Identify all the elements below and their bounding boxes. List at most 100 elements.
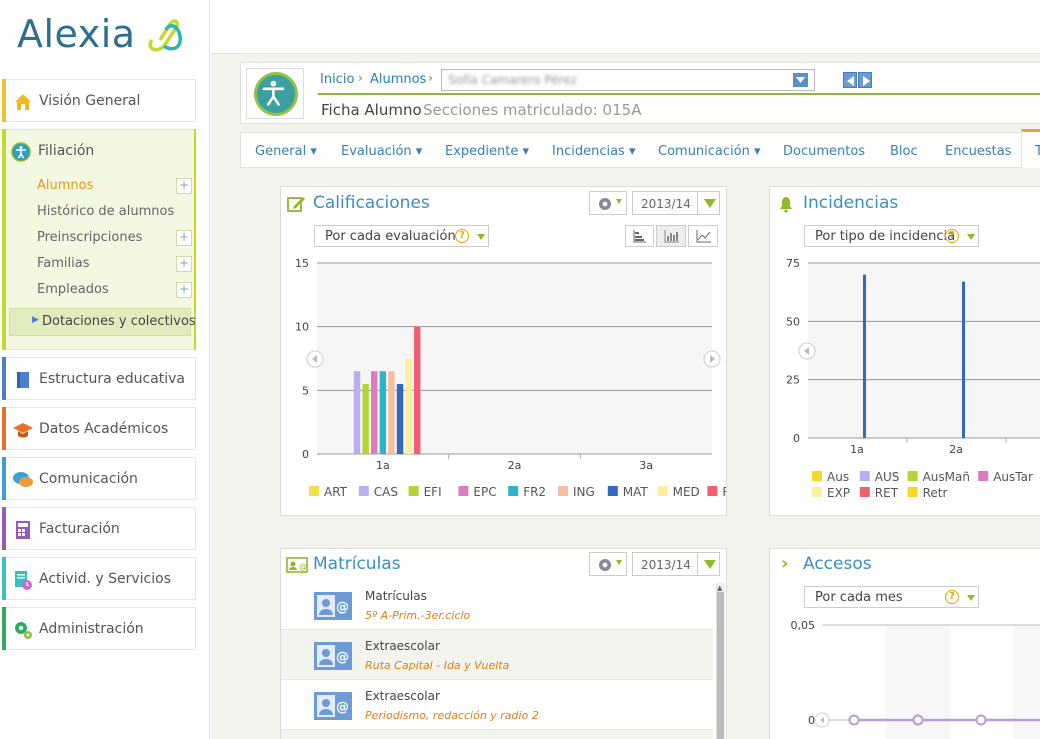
gear-icon <box>599 559 611 571</box>
edit-icon <box>287 197 305 212</box>
sidebar-item-administracion[interactable]: Administración <box>2 607 196 650</box>
list-item[interactable]: @ Matrículas 5º A-Prim.-3er.ciclo <box>281 580 713 630</box>
matriculas-title: Matrículas <box>313 554 401 574</box>
sidebar-item-label: Comunicación <box>39 471 138 487</box>
sidebar-item-label: Activid. y Servicios <box>39 571 171 587</box>
y-tick-label: 0,05 <box>791 619 816 632</box>
top-bar <box>211 0 1040 54</box>
sidebar-sub-historico[interactable]: Histórico de alumnos <box>37 204 174 219</box>
caret-down-icon <box>616 560 622 565</box>
svg-text:@: @ <box>336 650 349 665</box>
sidebar-item-datos-academicos[interactable]: Datos Académicos <box>2 407 196 450</box>
y-tick-label: 15 <box>295 257 309 270</box>
graduation-cap-icon <box>13 423 33 438</box>
help-icon[interactable]: ? <box>945 590 959 604</box>
calificaciones-filter-select[interactable]: Por cada evaluación ? <box>314 225 489 247</box>
tab-incidencias[interactable]: Incidencias ▾ <box>552 144 636 159</box>
legend-label: EXP <box>827 486 850 500</box>
year-select[interactable]: 2013/14 <box>632 552 720 576</box>
sidebar-item-label: Administración <box>39 621 144 637</box>
settings-button[interactable] <box>589 191 627 215</box>
tab-bloc[interactable]: Bloc <box>890 144 918 159</box>
y-tick-label: 0 <box>808 714 815 727</box>
sidebar-item-actividades[interactable]: Activid. y Servicios <box>2 557 196 600</box>
accesos-title: Accesos <box>803 554 872 574</box>
sidebar-sub-alumnos[interactable]: Alumnos <box>37 178 93 193</box>
data-point <box>848 714 860 726</box>
incidencias-chart: 75 50 25 0 1a 2a Aus AUS AusMañ AusTar EXP RET Retr <box>786 257 1040 500</box>
legend-swatch <box>607 486 618 496</box>
legend-swatch <box>859 487 870 497</box>
legend-label: ART <box>324 485 348 499</box>
bar-mat <box>396 383 404 454</box>
caret-down-icon <box>967 234 975 240</box>
sidebar-item-comunicacion[interactable]: Comunicación <box>2 457 196 500</box>
book-icon <box>17 372 29 388</box>
sidebar-sub-empleados[interactable]: Empleados <box>37 282 109 297</box>
bar-med <box>405 358 412 454</box>
legend-swatch <box>907 471 918 481</box>
page-title: Ficha Alumno <box>321 101 422 119</box>
sidebar-item-facturacion[interactable]: Facturación <box>2 507 196 550</box>
settings-button[interactable] <box>589 552 627 576</box>
tab-documentos[interactable]: Documentos <box>783 144 865 159</box>
svg-text:@: @ <box>336 700 349 715</box>
sidebar-sub-preinscripciones[interactable]: Preinscripciones <box>37 230 142 245</box>
list-item[interactable]: @ Extraescolar Periodismo, redacción y r… <box>281 680 713 730</box>
help-icon[interactable]: ? <box>945 229 959 243</box>
next-student-button[interactable] <box>858 72 872 88</box>
tab-active[interactable]: T <box>1021 129 1040 168</box>
incidencias-title: Incidencias <box>803 193 899 213</box>
add-empleado-button[interactable]: + <box>176 282 192 298</box>
scrollbar-thumb[interactable] <box>717 592 724 739</box>
add-familia-button[interactable]: + <box>176 256 192 272</box>
tab-comunicacion[interactable]: Comunicación ▾ <box>658 144 761 159</box>
legend-label: AusTar <box>993 470 1033 484</box>
sidebar-item-label: Visión General <box>39 93 141 109</box>
sidebar-item-label: Estructura educativa <box>39 371 185 387</box>
sidebar-item-filiacion[interactable]: Filiación <box>38 143 94 159</box>
add-alumno-button[interactable]: + <box>176 178 192 194</box>
tab-expediente[interactable]: Expediente ▾ <box>445 144 529 159</box>
legend-label: Aus <box>827 470 849 484</box>
id-card-icon: @ <box>314 642 352 670</box>
x-tick-label: 2a <box>508 459 522 472</box>
y-tick-label: 0 <box>793 432 800 445</box>
legend-swatch <box>309 486 319 496</box>
help-icon[interactable]: ? <box>455 229 469 243</box>
month-band <box>1013 625 1040 739</box>
sidebar-sub-dotaciones[interactable]: ▶ Dotaciones y colectivos <box>9 308 196 336</box>
vertical-bar-chart-button[interactable] <box>656 225 686 247</box>
incidencias-filter-select[interactable]: Por tipo de incidencia ? <box>804 225 979 247</box>
sidebar-sub-familias[interactable]: Familias <box>37 256 90 271</box>
sidebar-item-vision-general[interactable]: Visión General <box>2 79 196 122</box>
tab-encuestas[interactable]: Encuestas <box>945 144 1011 159</box>
legend-swatch <box>408 486 419 496</box>
plot-area <box>808 263 1040 438</box>
sidebar-item-estructura[interactable]: Estructura educativa <box>2 357 196 400</box>
student-select[interactable]: Sofía Camarero Pérez <box>441 69 815 91</box>
horizontal-bar-chart-button[interactable] <box>625 225 654 247</box>
svg-text:@: @ <box>299 562 307 571</box>
add-preinscripcion-button[interactable]: + <box>176 230 192 246</box>
bar-fr2 <box>379 371 387 454</box>
legend-label: EFI <box>424 485 442 499</box>
previous-student-button[interactable] <box>843 72 857 88</box>
year-select[interactable]: 2013/14 <box>632 191 720 215</box>
secciones-label: Secciones matriculado: 015A <box>423 101 642 119</box>
chevron-down-icon <box>697 191 721 215</box>
list-item[interactable] <box>281 730 713 739</box>
list-item[interactable]: @ Extraescolar Ruta Capital - Ida y Vuel… <box>281 630 713 680</box>
scroll-up-icon[interactable]: ▲ <box>717 584 722 592</box>
legend-swatch <box>907 487 918 497</box>
caret-down-icon <box>967 595 975 601</box>
tab-evaluacion[interactable]: Evaluación ▾ <box>341 144 422 159</box>
accesos-filter-select[interactable]: Por cada mes ? <box>804 586 979 608</box>
breadcrumb-alumnos[interactable]: Alumnos <box>370 72 426 87</box>
x-tick-label: 1a <box>376 459 390 472</box>
breadcrumb-inicio[interactable]: Inicio <box>320 72 354 87</box>
id-card-icon: @ <box>314 592 352 620</box>
tab-general[interactable]: General ▾ <box>255 144 317 159</box>
line-chart-button[interactable] <box>688 225 718 247</box>
chevron-right-icon: › <box>358 71 363 85</box>
